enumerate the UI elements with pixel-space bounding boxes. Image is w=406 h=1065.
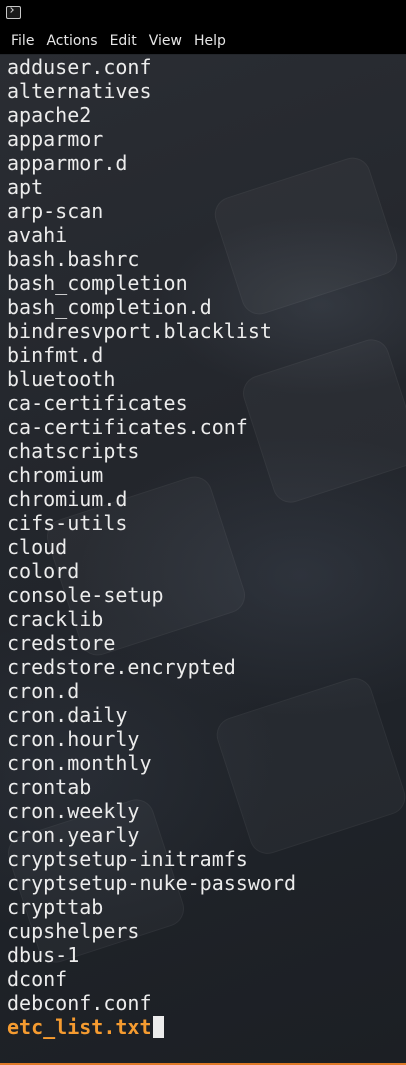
list-item: chatscripts bbox=[7, 439, 140, 463]
list-item: cron.d bbox=[7, 679, 80, 703]
command-input-line[interactable]: etc_list.txt bbox=[7, 1015, 164, 1039]
list-item: credstore.encrypted bbox=[7, 655, 236, 679]
list-item: colord bbox=[7, 559, 80, 583]
list-item: apache2 bbox=[7, 103, 92, 127]
menu-bar: File Actions Edit View Help bbox=[0, 28, 406, 54]
list-item: bash_completion.d bbox=[7, 295, 212, 319]
list-item: cryptsetup-nuke-password bbox=[7, 871, 296, 895]
terminal-icon bbox=[6, 6, 21, 19]
list-item: cifs-utils bbox=[7, 511, 128, 535]
list-item: ca-certificates.conf bbox=[7, 415, 248, 439]
list-item: bash.bashrc bbox=[7, 247, 140, 271]
list-item: apt bbox=[7, 175, 44, 199]
text-cursor bbox=[152, 1016, 164, 1038]
menu-edit[interactable]: Edit bbox=[105, 30, 142, 52]
list-item: dconf bbox=[7, 967, 68, 991]
menu-view[interactable]: View bbox=[144, 30, 187, 52]
list-item: chromium.d bbox=[7, 487, 128, 511]
list-item: apparmor bbox=[7, 127, 104, 151]
menu-help[interactable]: Help bbox=[189, 30, 231, 52]
list-item: binfmt.d bbox=[7, 343, 104, 367]
title-bar bbox=[0, 0, 406, 28]
list-item: avahi bbox=[7, 223, 68, 247]
terminal-window: File Actions Edit View Help adduser.conf… bbox=[0, 0, 406, 1065]
list-item: console-setup bbox=[7, 583, 164, 607]
list-item: cron.hourly bbox=[7, 727, 140, 751]
list-item: cupshelpers bbox=[7, 919, 140, 943]
list-item: ca-certificates bbox=[7, 391, 188, 415]
list-item: cron.weekly bbox=[7, 799, 140, 823]
list-item: cron.yearly bbox=[7, 823, 140, 847]
list-item: crontab bbox=[7, 775, 92, 799]
list-item: credstore bbox=[7, 631, 116, 655]
list-item: cryptsetup-initramfs bbox=[7, 847, 248, 871]
list-item: adduser.conf bbox=[7, 55, 152, 79]
list-item: alternatives bbox=[7, 79, 152, 103]
list-item: cloud bbox=[7, 535, 68, 559]
list-item: crypttab bbox=[7, 895, 104, 919]
list-item: arp-scan bbox=[7, 199, 104, 223]
list-item: debconf.conf bbox=[7, 991, 152, 1015]
menu-actions[interactable]: Actions bbox=[41, 30, 102, 52]
list-item: bluetooth bbox=[7, 367, 116, 391]
list-item: bindresvport.blacklist bbox=[7, 319, 272, 343]
directory-listing: adduser.conf alternatives apache2 apparm… bbox=[7, 55, 296, 1015]
menu-file[interactable]: File bbox=[0, 30, 39, 52]
list-item: chromium bbox=[7, 463, 104, 487]
list-item: bash_completion bbox=[7, 271, 188, 295]
list-item: cron.daily bbox=[7, 703, 128, 727]
list-item: cracklib bbox=[7, 607, 104, 631]
list-item: dbus-1 bbox=[7, 943, 80, 967]
list-item: cron.monthly bbox=[7, 751, 152, 775]
current-input-text[interactable]: etc_list.txt bbox=[7, 1015, 152, 1039]
list-item: apparmor.d bbox=[7, 151, 128, 175]
terminal-output-area[interactable]: adduser.conf alternatives apache2 apparm… bbox=[0, 55, 406, 1063]
